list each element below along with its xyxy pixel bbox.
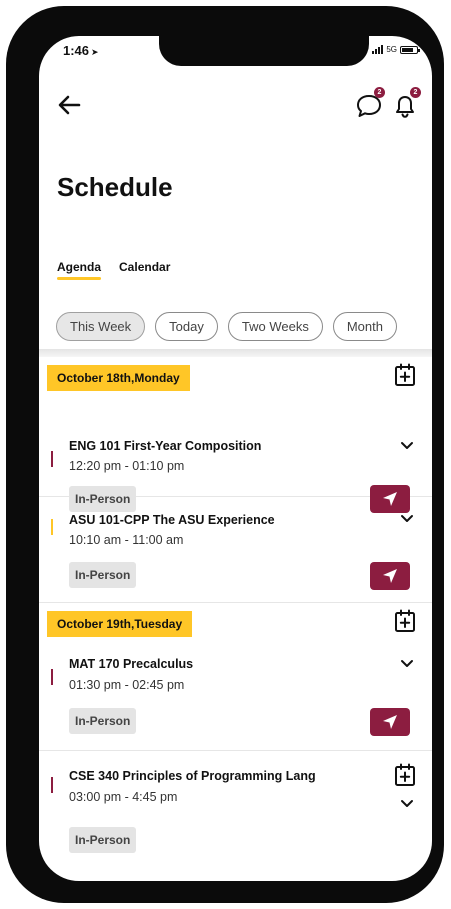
event-card[interactable]: ENG 101 First-Year Composition 12:20 pm … — [39, 397, 432, 513]
signal-icon — [372, 45, 384, 54]
view-tabs: Agenda Calendar — [57, 260, 170, 280]
chevron-down-icon[interactable] — [400, 441, 414, 451]
notifications-badge: 2 — [410, 87, 421, 98]
event-accent-bar — [51, 519, 53, 535]
event-time: 12:20 pm - 01:10 pm — [69, 459, 185, 473]
event-accent-bar — [51, 451, 53, 467]
day-label: October 18th,Monday — [47, 365, 190, 391]
status-time-text: 1:46 — [63, 43, 90, 58]
day-header: October 18th,Monday — [39, 357, 432, 397]
event-title: ASU 101-CPP The ASU Experience — [69, 513, 275, 527]
device-notch — [159, 36, 369, 66]
battery-icon — [400, 45, 420, 54]
day-label: October 19th,Tuesday — [47, 611, 193, 637]
tab-agenda[interactable]: Agenda — [57, 260, 102, 280]
event-card[interactable]: MAT 170 Precalculus 01:30 pm - 02:45 pm … — [39, 643, 432, 751]
list-top-divider — [39, 349, 432, 357]
location-arrow-icon: ➤ — [91, 47, 99, 57]
event-accent-bar — [51, 777, 53, 793]
filter-this-week[interactable]: This Week — [56, 312, 146, 341]
event-card[interactable]: ASU 101-CPP The ASU Experience 10:10 am … — [39, 497, 432, 603]
calendar-add-icon[interactable] — [394, 763, 416, 787]
chevron-down-icon[interactable] — [400, 799, 414, 809]
app-screen: 1:46 ➤ 5G 2 2 Schedule Agenda Calendar T… — [39, 36, 432, 881]
filter-month[interactable]: Month — [332, 312, 397, 341]
event-time: 03:00 pm - 4:45 pm — [69, 790, 178, 804]
event-mode-badge: In-Person — [69, 708, 137, 734]
filter-today[interactable]: Today — [155, 312, 218, 341]
event-title: MAT 170 Precalculus — [69, 657, 194, 671]
back-arrow-icon[interactable] — [57, 94, 81, 116]
notifications-button[interactable]: 2 — [391, 87, 421, 120]
page-title: Schedule — [57, 172, 173, 202]
navigation-arrow-icon — [383, 569, 397, 583]
status-bar-indicators: 5G — [372, 45, 420, 54]
agenda-list: October 18th,Monday ENG 101 First-Year C… — [39, 349, 432, 881]
event-time: 01:30 pm - 02:45 pm — [69, 678, 185, 692]
event-time: 10:10 am - 11:00 am — [69, 533, 184, 547]
event-mode-badge: In-Person — [69, 827, 137, 853]
messages-badge: 2 — [374, 87, 385, 98]
calendar-add-icon[interactable] — [394, 609, 416, 633]
messages-button[interactable]: 2 — [355, 87, 385, 120]
event-title: ENG 101 First-Year Composition — [69, 439, 262, 453]
event-accent-bar — [51, 669, 53, 685]
filter-two-weeks[interactable]: Two Weeks — [227, 312, 323, 341]
event-card[interactable]: CSE 340 Principles of Programming Lang 0… — [39, 751, 432, 869]
event-mode-badge: In-Person — [69, 562, 137, 588]
phone-frame: 1:46 ➤ 5G 2 2 Schedule Agenda Calendar T… — [6, 6, 444, 903]
event-title: CSE 340 Principles of Programming Lang — [69, 769, 316, 783]
calendar-add-icon[interactable] — [394, 363, 416, 387]
directions-button[interactable] — [370, 562, 410, 590]
range-filter-chips: This Week Today Two Weeks Month — [56, 312, 432, 341]
directions-button[interactable] — [370, 708, 410, 736]
chevron-down-icon[interactable] — [400, 659, 414, 669]
navigation-arrow-icon — [383, 715, 397, 729]
status-bar-time: 1:46 ➤ — [63, 43, 99, 58]
chevron-down-icon[interactable] — [400, 514, 414, 524]
tab-calendar[interactable]: Calendar — [119, 260, 170, 280]
network-label: 5G — [386, 45, 397, 54]
day-header: October 19th,Tuesday — [39, 603, 432, 643]
